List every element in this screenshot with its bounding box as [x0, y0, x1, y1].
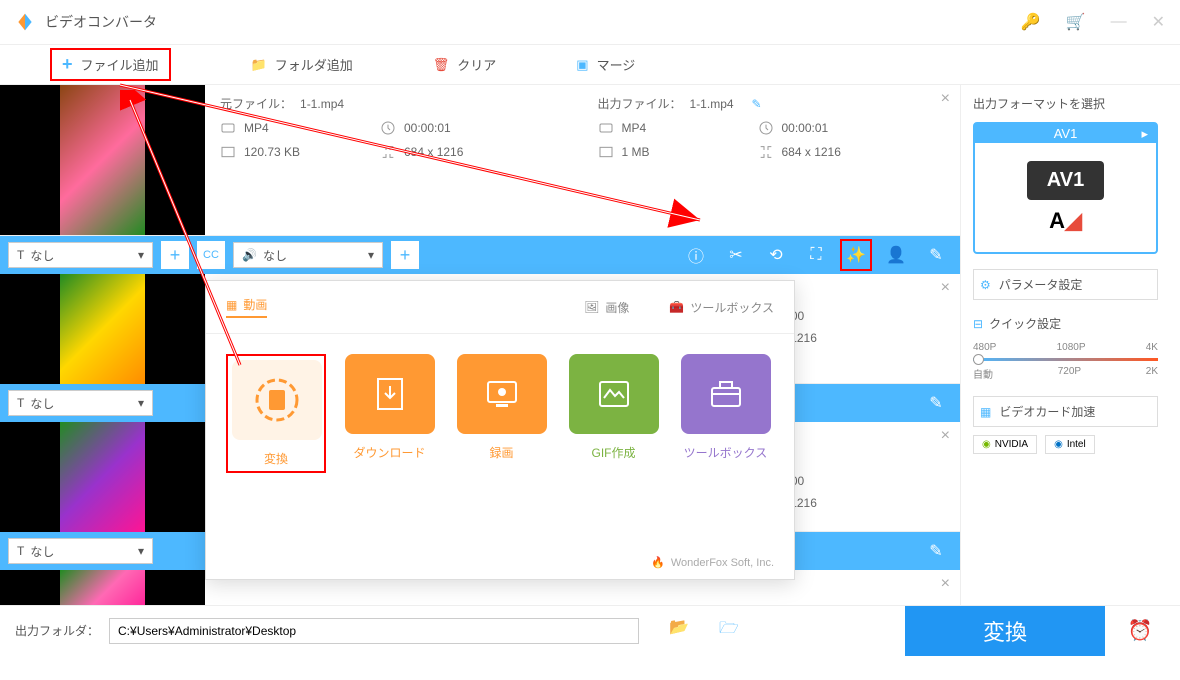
image-icon: 🖼 — [584, 300, 599, 314]
tools-popup: ▦動画 🖼画像 🧰ツールボックス 変換 ダウンロード 録画 GIF作成 ツールボ… — [205, 280, 795, 580]
clear-label: クリア — [457, 55, 496, 74]
trash-icon: 🗑 — [433, 57, 450, 73]
av1-text: A◢ — [1049, 208, 1082, 234]
tool-record[interactable]: 録画 — [453, 354, 550, 473]
plus-icon: + — [62, 54, 73, 75]
format-title: 出力フォーマットを選択 — [973, 95, 1158, 112]
info-icon[interactable]: ⓘ — [680, 239, 712, 271]
video-icon: ▦ — [226, 298, 237, 312]
thumbnail[interactable] — [60, 422, 145, 532]
close-icon[interactable]: ✕ — [1152, 12, 1165, 32]
download-icon — [370, 374, 410, 414]
merge-icon: ▣ — [576, 57, 588, 73]
edit-icon[interactable]: ✎ — [920, 535, 952, 567]
popup-footer: 🔥 WonderFox Soft, Inc. — [651, 556, 774, 569]
cart-icon[interactable]: 🛒 — [1066, 12, 1086, 32]
audio-dropdown[interactable]: 🔊 なし▾ — [233, 242, 383, 268]
clear-button[interactable]: 🗑 クリア — [433, 55, 497, 74]
edit-icon[interactable]: ✎ — [920, 387, 952, 419]
thumbnail[interactable] — [60, 85, 145, 235]
merge-button[interactable]: ▣ マージ — [576, 55, 635, 74]
edit-icon[interactable]: ✎ — [920, 239, 952, 271]
nvidia-badge: ◉NVIDIA — [973, 435, 1037, 454]
tool-gif[interactable]: GIF作成 — [565, 354, 662, 473]
cut-icon[interactable]: ✂ — [720, 239, 752, 271]
add-audio-button[interactable]: + — [391, 241, 419, 269]
flame-icon: 🔥 — [651, 556, 665, 569]
remove-file-button[interactable]: × — [941, 575, 950, 593]
source-info: 元ファイル：1-1.mp4 MP4 00:00:01 120.73 KB 684… — [205, 85, 583, 235]
output-folder-label: 出力フォルダ： — [15, 622, 99, 639]
output-info: × 出力ファイル：1-1.mp4✎ MP4 00:00:01 1 MB 684 … — [583, 85, 961, 235]
tab-toolbox[interactable]: 🧰ツールボックス — [669, 296, 774, 318]
menubar: + ファイル追加 📁 フォルダ追加 🗑 クリア ▣ マージ — [0, 45, 1180, 85]
add-subtitle-button[interactable]: + — [161, 241, 189, 269]
quality-slider[interactable] — [973, 358, 1158, 361]
minimize-icon[interactable]: — — [1111, 13, 1127, 31]
app-logo-icon — [15, 12, 35, 32]
rotate-icon[interactable]: ⟲ — [760, 239, 792, 271]
output-format-selector[interactable]: AV1 AV1 A◢ — [973, 122, 1158, 254]
toolbox-tool-icon — [706, 374, 746, 414]
merge-label: マージ — [597, 55, 636, 74]
edit-icon[interactable]: ✎ — [752, 97, 762, 111]
output-folder-input[interactable] — [109, 618, 639, 644]
watermark-icon[interactable]: 👤 — [880, 239, 912, 271]
add-file-label: ファイル追加 — [81, 55, 159, 74]
tab-video[interactable]: ▦動画 — [226, 296, 267, 318]
crop-icon[interactable]: ⛶ — [800, 239, 832, 271]
format-name: AV1 — [975, 124, 1156, 143]
file-controls: T なし▾ + CC 🔊 なし▾ + ⓘ ✂ ⟲ ⛶ ✨ 👤 ✎ — [0, 236, 960, 274]
gpu-accel-button[interactable]: ▦ ビデオカード加速 — [973, 396, 1158, 427]
settings-icon: ⚙ — [980, 278, 991, 292]
schedule-icon[interactable]: ⏰ — [1115, 606, 1165, 656]
param-settings-button[interactable]: ⚙ パラメータ設定 — [973, 269, 1158, 300]
record-icon — [482, 374, 522, 414]
remove-file-button[interactable]: × — [941, 279, 950, 297]
remove-file-button[interactable]: × — [941, 427, 950, 445]
tab-image[interactable]: 🖼画像 — [584, 296, 629, 318]
titlebar: ビデオコンバータ 🔑 🛒 — ✕ — [0, 0, 1180, 45]
key-icon[interactable]: 🔑 — [1021, 12, 1041, 32]
thumbnail[interactable] — [60, 570, 145, 605]
intel-badge: ◉Intel — [1045, 435, 1095, 454]
av1-badge-icon: AV1 — [1027, 161, 1104, 200]
quick-settings-title: ⊟ クイック設定 — [973, 315, 1158, 332]
effects-icon[interactable]: ✨ — [840, 239, 872, 271]
thumbnail[interactable] — [60, 274, 145, 384]
add-folder-button[interactable]: 📁 フォルダ追加 — [251, 55, 353, 74]
browse-icon[interactable]: 🗁 — [719, 617, 739, 644]
cc-button[interactable]: CC — [197, 241, 225, 269]
toolbox-icon: 🧰 — [669, 300, 684, 314]
app-title: ビデオコンバータ — [45, 12, 1021, 32]
remove-file-button[interactable]: × — [941, 90, 950, 108]
tool-download[interactable]: ダウンロード — [341, 354, 438, 473]
add-folder-label: フォルダ追加 — [275, 55, 353, 74]
slider-icon: ⊟ — [973, 317, 983, 331]
tool-toolbox[interactable]: ツールボックス — [677, 354, 774, 473]
subtitle-dropdown[interactable]: T なし▾ — [8, 242, 153, 268]
convert-button[interactable]: 変換 — [905, 606, 1105, 656]
subtitle-dropdown[interactable]: T なし▾ — [8, 538, 153, 564]
open-folder-icon[interactable]: 📂 — [669, 617, 689, 644]
add-file-button[interactable]: + ファイル追加 — [50, 48, 171, 81]
gif-icon — [594, 374, 634, 414]
chip-icon: ▦ — [980, 405, 991, 419]
subtitle-dropdown[interactable]: T なし▾ — [8, 390, 153, 416]
tool-convert[interactable]: 変換 — [226, 354, 326, 473]
folder-plus-icon: 📁 — [251, 57, 267, 73]
sidebar: 出力フォーマットを選択 AV1 AV1 A◢ ⚙ パラメータ設定 ⊟ クイック設… — [960, 85, 1170, 605]
convert-icon — [252, 375, 302, 425]
file-row: 元ファイル：1-1.mp4 MP4 00:00:01 120.73 KB 684… — [0, 85, 960, 236]
bottom-bar: 出力フォルダ： 📂 🗁 変換 ⏰ — [0, 605, 1180, 655]
